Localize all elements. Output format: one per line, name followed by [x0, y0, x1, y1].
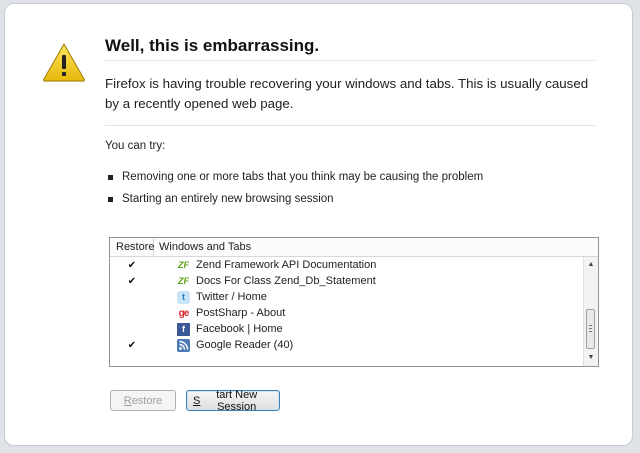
column-windows-and-tabs[interactable]: Windows and Tabs — [154, 238, 251, 256]
grip-line — [589, 331, 592, 332]
zend-icon: ZF — [178, 260, 189, 270]
start-new-session-button[interactable]: Start New Session — [186, 389, 280, 413]
restore-checkbox[interactable]: ✔ — [110, 340, 154, 351]
tab-title: PostSharp - About — [196, 307, 286, 319]
tab-title: Facebook | Home — [196, 323, 283, 335]
scroll-down-icon[interactable]: ▼ — [584, 351, 598, 365]
restore-checkbox[interactable]: ✔ — [110, 260, 154, 271]
vertical-scrollbar[interactable]: ▲ ▼ — [583, 257, 598, 366]
divider — [105, 60, 595, 61]
twitter-icon: t — [177, 290, 190, 304]
error-card — [4, 3, 633, 446]
error-description: Firefox is having trouble recovering you… — [105, 76, 589, 111]
restore-button[interactable]: Restore — [110, 390, 176, 411]
tree-rows: ✔ ZF Zend Framework API Documentation ✔ … — [110, 257, 585, 353]
tree-header: Restore Windows and Tabs — [110, 238, 598, 257]
tree-row[interactable]: f Facebook | Home — [110, 321, 585, 337]
session-tree[interactable]: Restore Windows and Tabs ✔ ZF Zend Frame… — [109, 237, 599, 367]
divider — [105, 125, 595, 126]
tab-title: Docs For Class Zend_Db_Statement — [196, 275, 376, 287]
page-title: Well, this is embarrassing. — [105, 36, 320, 55]
suggestion-list: Removing one or more tabs that you think… — [108, 166, 483, 210]
list-item: Removing one or more tabs that you think… — [108, 166, 483, 188]
tree-row[interactable]: t Twitter / Home — [110, 289, 585, 305]
list-item: Starting an entirely new browsing sessio… — [108, 188, 483, 210]
tab-title: Google Reader (40) — [196, 339, 294, 351]
facebook-icon: f — [177, 322, 190, 336]
bullet-icon — [108, 196, 113, 202]
tree-row[interactable]: ✔ ZF Docs For Class Zend_Db_Statement — [110, 273, 585, 289]
tab-title: Zend Framework API Documentation — [196, 259, 377, 271]
grip-line — [589, 325, 592, 326]
restore-checkbox[interactable]: ✔ — [110, 276, 154, 287]
column-restore[interactable]: Restore — [110, 238, 155, 256]
scroll-thumb[interactable] — [586, 309, 595, 349]
try-label: You can try: — [105, 140, 166, 152]
postsharp-icon: ge — [178, 307, 190, 319]
tree-row[interactable]: ge PostSharp - About — [110, 305, 585, 321]
tree-row[interactable]: ✔ Google Reader (40) — [110, 337, 585, 353]
tab-title: Twitter / Home — [196, 291, 267, 303]
bullet-icon — [108, 174, 113, 180]
google-reader-icon — [177, 338, 190, 352]
tree-row[interactable]: ✔ ZF Zend Framework API Documentation — [110, 257, 585, 273]
warning-icon — [43, 43, 85, 82]
zend-icon: ZF — [178, 276, 189, 286]
grip-line — [589, 328, 592, 329]
scroll-up-icon[interactable]: ▲ — [584, 258, 598, 272]
